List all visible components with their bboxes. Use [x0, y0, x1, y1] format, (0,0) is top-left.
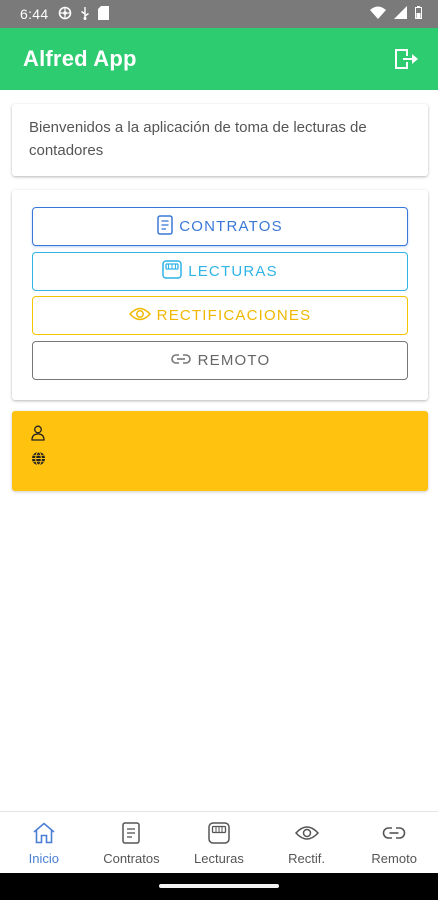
usb-icon	[80, 6, 90, 23]
lecturas-button[interactable]: LECTURAS	[32, 252, 408, 291]
gesture-handle[interactable]	[159, 884, 279, 888]
nav-remoto[interactable]: Remoto	[350, 812, 438, 873]
welcome-text: Bienvenidos a la aplicación de toma de l…	[29, 119, 367, 159]
link-icon	[382, 822, 406, 847]
battery-icon	[415, 6, 422, 22]
contratos-button[interactable]: CONTRATOS	[32, 207, 408, 246]
nav-remoto-label: Remoto	[371, 851, 417, 866]
nav-lecturas-label: Lecturas	[194, 851, 244, 866]
gesture-bar	[0, 873, 438, 900]
meter-icon	[162, 260, 188, 283]
nav-inicio-label: Inicio	[28, 851, 59, 866]
document-icon	[122, 822, 141, 847]
contratos-label: CONTRATOS	[179, 218, 283, 235]
signal-icon	[394, 6, 407, 22]
rectificaciones-label: RECTIFICACIONES	[156, 307, 312, 324]
eye-icon	[294, 822, 319, 847]
nav-lecturas[interactable]: Lecturas	[175, 812, 263, 873]
link-icon	[170, 352, 198, 369]
nav-rectif-label: Rectif.	[288, 851, 325, 866]
document-icon	[157, 214, 179, 239]
nav-contratos-label: Contratos	[103, 851, 160, 866]
status-bar: 6:44	[0, 0, 438, 28]
sd-card-icon	[98, 5, 110, 23]
bottom-navigation: Inicio Contratos Lecturas Rectif. Remoto	[0, 811, 438, 873]
nav-rectif[interactable]: Rectif.	[263, 812, 351, 873]
globe-icon	[31, 451, 46, 469]
nav-inicio[interactable]: Inicio	[0, 812, 88, 873]
lecturas-label: LECTURAS	[188, 263, 278, 280]
home-icon	[32, 822, 56, 847]
welcome-card: Bienvenidos a la aplicación de toma de l…	[12, 104, 428, 176]
web-row	[31, 451, 54, 469]
app-title: Alfred App	[23, 46, 137, 71]
logout-icon[interactable]	[392, 45, 420, 73]
settings-wheel-icon	[58, 6, 72, 23]
rectificaciones-button[interactable]: RECTIFICACIONES	[32, 296, 408, 335]
user-info-card	[12, 411, 428, 491]
remoto-label: REMOTO	[197, 352, 271, 369]
status-time: 6:44	[20, 6, 49, 22]
user-row	[31, 425, 53, 444]
wifi-icon	[370, 6, 386, 22]
remoto-button[interactable]: REMOTO	[32, 341, 408, 380]
eye-icon	[128, 306, 157, 326]
user-icon	[31, 425, 45, 444]
meter-icon	[208, 822, 230, 847]
nav-contratos[interactable]: Contratos	[88, 812, 176, 873]
app-bar: Alfred App	[0, 28, 438, 90]
menu-card: CONTRATOS LECTURAS RECTIFICACIONES REMOT…	[12, 190, 428, 400]
